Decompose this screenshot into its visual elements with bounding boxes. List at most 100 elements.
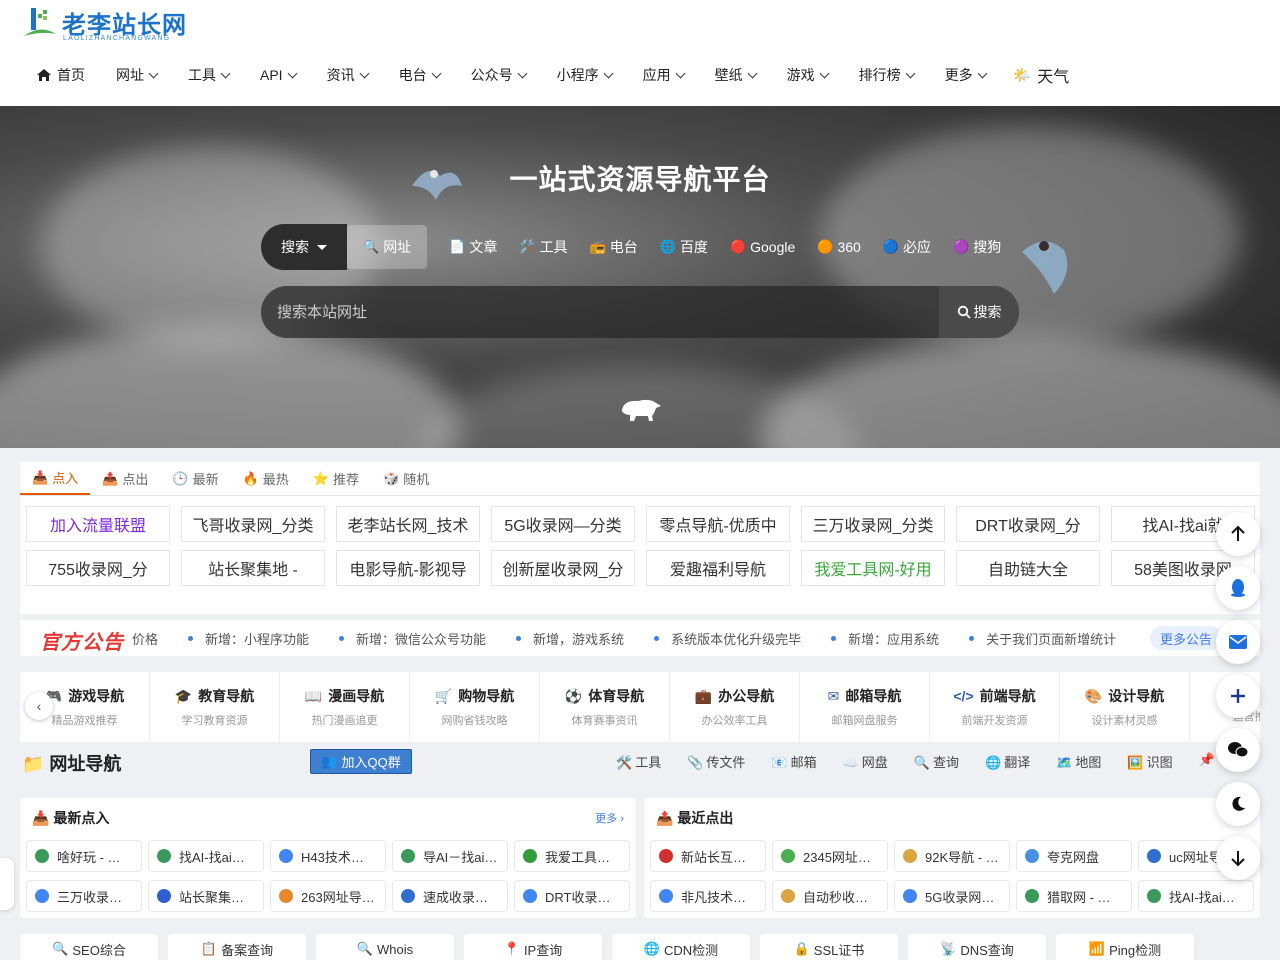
ranking-link[interactable]: DRT收录网_分 xyxy=(956,506,1100,542)
latest-in-more-link[interactable]: 更多 › xyxy=(595,810,624,826)
tool-link[interactable]: 🌐 CDN检测 xyxy=(612,934,750,960)
weather-widget[interactable]: 🌤️ 天气 xyxy=(1013,63,1070,87)
ranking-tab-4[interactable]: ⭐ 推荐 xyxy=(301,462,371,495)
quick-link[interactable]: 🌐 翻译 xyxy=(985,752,1030,771)
announcement-item[interactable]: 关于我们页面新增统计 xyxy=(969,629,1116,648)
quick-link[interactable]: 🗺️ 地图 xyxy=(1056,752,1101,771)
ranking-tab-0[interactable]: 📥 点入 xyxy=(20,462,91,495)
nav-item-5[interactable]: 电台 xyxy=(399,65,442,85)
site-chip[interactable]: 找AI-找ai… xyxy=(148,840,264,872)
nav-item-9[interactable]: 壁纸 xyxy=(715,65,758,85)
site-chip[interactable]: 92K导航 - … xyxy=(894,840,1010,872)
search-tab-7[interactable]: 🔵 必应 xyxy=(883,237,931,257)
category-card[interactable]: 📖 漫画导航 热门漫画追更 xyxy=(280,672,410,742)
site-chip[interactable]: 导AI－找ai… xyxy=(392,840,508,872)
search-tab-4[interactable]: 🌐 百度 xyxy=(660,237,708,257)
announcement-item[interactable]: 新增：微信公众号功能 xyxy=(339,629,486,648)
nav-item-2[interactable]: 工具 xyxy=(188,65,231,85)
tool-link[interactable]: 📋 备案查询 xyxy=(168,934,306,960)
carousel-prev-button[interactable]: ‹ xyxy=(25,692,53,720)
nav-item-4[interactable]: 资讯 xyxy=(327,65,370,85)
quick-link[interactable]: 🛠️ 工具 xyxy=(616,752,661,771)
wechat-button[interactable] xyxy=(1216,728,1260,772)
quick-link[interactable]: 🖼️ 识图 xyxy=(1127,752,1172,771)
site-chip[interactable]: 站长聚集… xyxy=(148,880,264,912)
ranking-link[interactable]: 加入流量联盟 xyxy=(26,506,170,542)
site-chip[interactable]: H43技术… xyxy=(270,840,386,872)
nav-item-1[interactable]: 网址 xyxy=(116,65,159,85)
announcement-lead[interactable]: 价格 xyxy=(132,629,158,648)
site-chip[interactable]: 找AI-找ai… xyxy=(1138,880,1254,912)
category-card[interactable]: 🎓 教育导航 学习教育资源 xyxy=(150,672,280,742)
tool-link[interactable]: 📶 Ping检测 xyxy=(1056,934,1194,960)
ranking-tab-1[interactable]: 📤 点出 xyxy=(90,462,160,495)
tool-link[interactable]: 🔒 SSL证书 xyxy=(760,934,898,960)
ranking-tab-3[interactable]: 🔥 最热 xyxy=(231,462,301,495)
site-chip[interactable]: 我爱工具… xyxy=(514,840,630,872)
ranking-link[interactable]: 老李站长网_技术 xyxy=(336,506,480,542)
announcement-item[interactable]: 新增，游戏系统 xyxy=(516,629,624,648)
nav-item-7[interactable]: 小程序 xyxy=(557,65,614,85)
tool-link[interactable]: 🔍 Whois xyxy=(316,934,454,960)
arrow-down-button[interactable] xyxy=(1216,836,1260,880)
site-chip[interactable]: 速成收录… xyxy=(392,880,508,912)
announcement-item[interactable]: 系统版本优化升级完毕 xyxy=(654,629,801,648)
tool-link[interactable]: 📡 DNS查询 xyxy=(908,934,1046,960)
site-chip[interactable]: 263网址导… xyxy=(270,880,386,912)
site-chip[interactable]: DRT收录… xyxy=(514,880,630,912)
tool-link[interactable]: 📍 IP查询 xyxy=(464,934,602,960)
category-card[interactable]: </> 前端导航 前端开发资源 xyxy=(930,672,1060,742)
category-card[interactable]: 🎨 设计导航 设计素材灵感 xyxy=(1060,672,1190,742)
ranking-link[interactable]: 爱趣福利导航 xyxy=(646,550,790,586)
quick-link[interactable]: ☁️ 网盘 xyxy=(843,752,888,771)
nav-item-10[interactable]: 游戏 xyxy=(787,65,830,85)
search-input[interactable] xyxy=(261,286,939,338)
site-chip[interactable]: 三万收录… xyxy=(26,880,142,912)
site-chip[interactable]: 非凡技术… xyxy=(650,880,766,912)
site-chip[interactable]: 2345网址… xyxy=(772,840,888,872)
search-tab-1[interactable]: 📄 文章 xyxy=(449,237,497,257)
search-tab-8[interactable]: 🟣 搜狗 xyxy=(953,237,1001,257)
quick-link[interactable]: 🔍 查询 xyxy=(914,752,959,771)
join-qq-group-button[interactable]: 👥 加入QQ群 xyxy=(310,749,412,774)
nav-item-6[interactable]: 公众号 xyxy=(471,65,528,85)
site-chip[interactable]: 新站长互… xyxy=(650,840,766,872)
side-drawer-handle[interactable] xyxy=(0,858,14,910)
search-tab-3[interactable]: 📻 电台 xyxy=(590,237,638,257)
ranking-tab-2[interactable]: 🕒 最新 xyxy=(160,462,230,495)
ranking-tab-5[interactable]: 🎲 随机 xyxy=(371,462,441,495)
site-chip[interactable]: 啥好玩 - … xyxy=(26,840,142,872)
qq-button[interactable] xyxy=(1216,566,1260,610)
site-logo[interactable]: 老李站长网 LAOLIZHANCHANGWANG xyxy=(22,4,192,44)
search-tab-0[interactable]: 🔍 网址 xyxy=(347,225,428,269)
nav-item-11[interactable]: 排行榜 xyxy=(859,65,916,85)
mail-button[interactable] xyxy=(1216,620,1260,664)
ranking-link[interactable]: 自助链大全 xyxy=(956,550,1100,586)
nav-item-12[interactable]: 更多 xyxy=(945,65,988,85)
search-type-dropdown[interactable]: 搜索 xyxy=(261,224,347,270)
ranking-link[interactable]: 5G收录网—分类 xyxy=(491,506,635,542)
site-chip[interactable]: 猎取网 - … xyxy=(1016,880,1132,912)
site-chip[interactable]: 自动秒收… xyxy=(772,880,888,912)
announcement-item[interactable]: 新增：小程序功能 xyxy=(188,629,309,648)
nav-item-0[interactable]: 首页 xyxy=(36,65,85,85)
ranking-link[interactable]: 创新屋收录网_分 xyxy=(491,550,635,586)
site-chip[interactable]: 5G收录网… xyxy=(894,880,1010,912)
search-tab-2[interactable]: 🛠️ 工具 xyxy=(519,237,567,257)
category-card[interactable]: 💼 办公导航 办公效率工具 xyxy=(670,672,800,742)
search-button[interactable]: 搜索 xyxy=(939,286,1019,338)
ranking-link[interactable]: 三万收录网_分类 xyxy=(801,506,945,542)
site-chip[interactable]: 夸克网盘 xyxy=(1016,840,1132,872)
ranking-link[interactable]: 755收录网_分 xyxy=(26,550,170,586)
search-tab-5[interactable]: 🔴 Google xyxy=(730,239,795,255)
ranking-link[interactable]: 零点导航-优质中 xyxy=(646,506,790,542)
quick-link[interactable]: 📧 邮箱 xyxy=(771,752,816,771)
ranking-link[interactable]: 电影导航-影视导 xyxy=(336,550,480,586)
arrow-up-button[interactable] xyxy=(1216,512,1260,556)
category-card[interactable]: ✉ 邮箱导航 邮箱网盘服务 xyxy=(800,672,930,742)
nav-item-8[interactable]: 应用 xyxy=(643,65,686,85)
quick-link[interactable]: 📎 传文件 xyxy=(687,752,745,771)
ranking-link[interactable]: 飞哥收录网_分类 xyxy=(181,506,325,542)
announcement-item[interactable]: 新增：应用系统 xyxy=(831,629,939,648)
plus-button[interactable] xyxy=(1216,674,1260,718)
